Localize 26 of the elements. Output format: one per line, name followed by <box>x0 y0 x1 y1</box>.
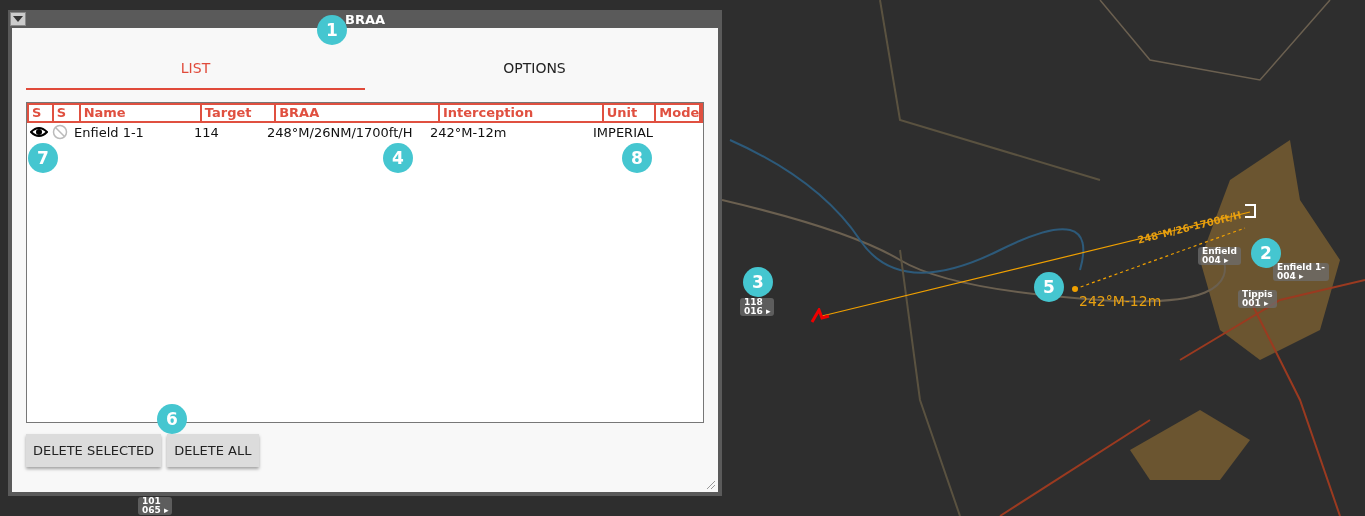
column-header[interactable]: BRAA <box>276 105 440 121</box>
intercept-map-label: 242°M-12m <box>1079 293 1162 309</box>
unit-marker[interactable]: Tippis 001 ▸ <box>1238 290 1277 308</box>
column-header[interactable]: Interception <box>439 105 604 121</box>
table-cell-text: 242°M-12m <box>429 124 508 140</box>
table-cell-text: IMPERIAL <box>592 124 655 140</box>
delete-button[interactable]: DELETE ALL <box>167 434 259 467</box>
column-header[interactable]: Mode <box>656 105 701 121</box>
column-header[interactable]: Unit <box>603 105 657 121</box>
tab[interactable]: OPTIONS <box>365 54 704 90</box>
callout-badge: 5 <box>1034 272 1064 302</box>
unit-marker[interactable]: 118 016 ▸ <box>740 298 775 316</box>
column-header[interactable]: Name <box>80 105 202 121</box>
table-cell-text: 114 <box>193 124 220 140</box>
callout-badge: 3 <box>743 267 773 297</box>
table-cell-text: 248°M/26NM/1700ft/H <box>266 124 414 140</box>
unit-marker[interactable]: Enfield 1- 004 ▸ <box>1273 263 1329 281</box>
delete-button[interactable]: DELETE SELECTED <box>26 434 162 467</box>
tab[interactable]: LIST <box>26 54 365 90</box>
unit-marker[interactable]: 101 065 ▸ <box>138 497 173 515</box>
table-cell-text: Enfield 1-1 <box>73 124 145 140</box>
column-header[interactable]: S <box>29 105 54 121</box>
column-header[interactable]: Target <box>201 105 277 121</box>
column-header[interactable]: S <box>53 105 81 121</box>
window-title: BRAA <box>344 11 385 27</box>
unit-marker[interactable]: Enfield 004 ▸ <box>1198 247 1241 265</box>
